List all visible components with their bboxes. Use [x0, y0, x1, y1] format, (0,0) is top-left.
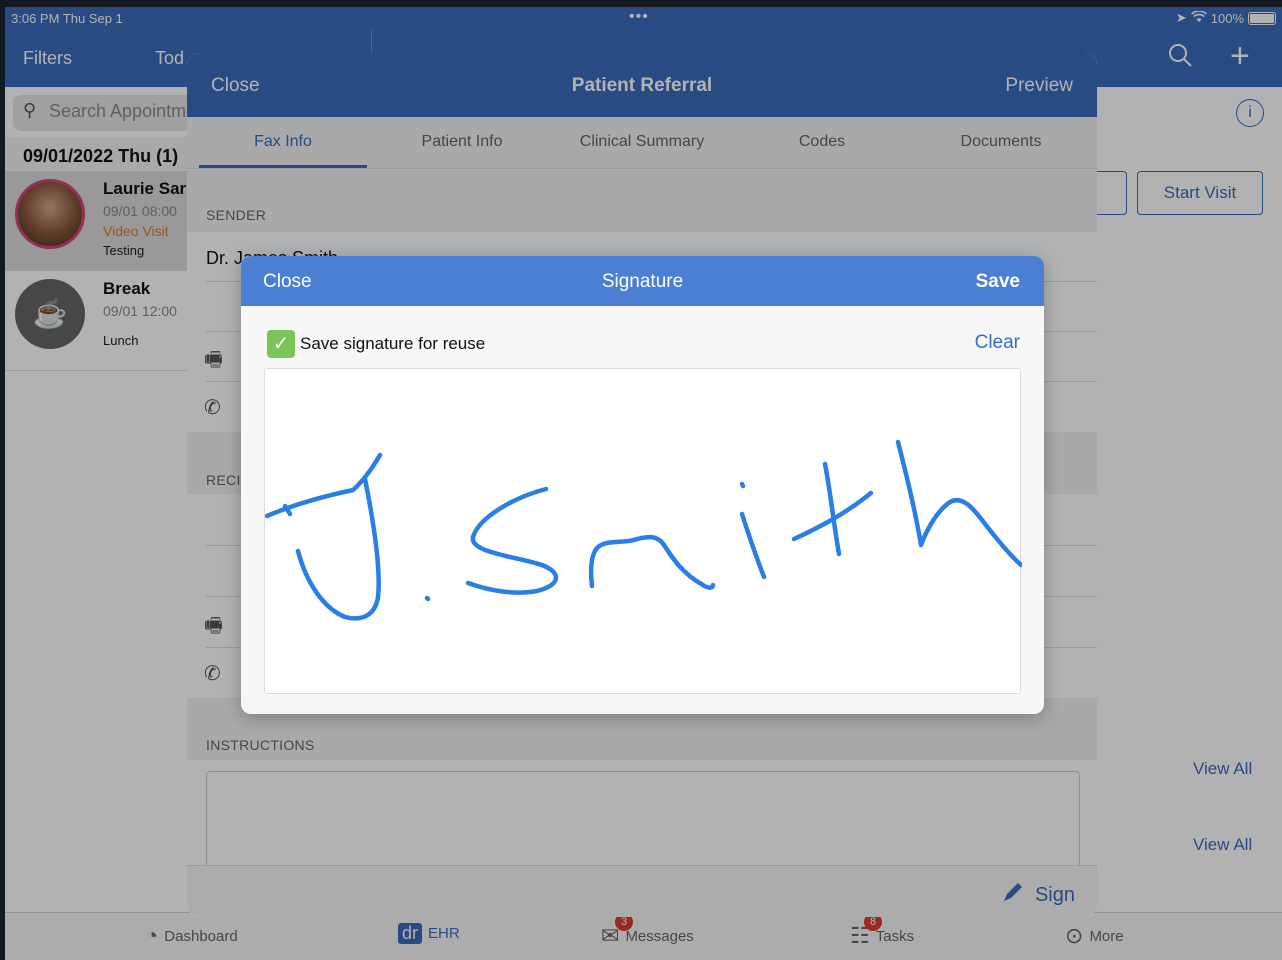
save-for-reuse-label: Save signature for reuse [300, 334, 486, 353]
signature-header: Close Signature Save [241, 256, 1044, 306]
save-for-reuse-checkbox[interactable]: ✓ [267, 330, 295, 358]
signature-ink [264, 439, 1024, 621]
signature-canvas[interactable] [264, 368, 1024, 694]
clear-button[interactable]: Clear [975, 332, 1020, 354]
signature-dialog: Close Signature Save ✓ Save signature fo… [241, 256, 1044, 714]
signature-save-button[interactable]: Save [976, 271, 1020, 293]
signature-title: Signature [601, 271, 684, 292]
